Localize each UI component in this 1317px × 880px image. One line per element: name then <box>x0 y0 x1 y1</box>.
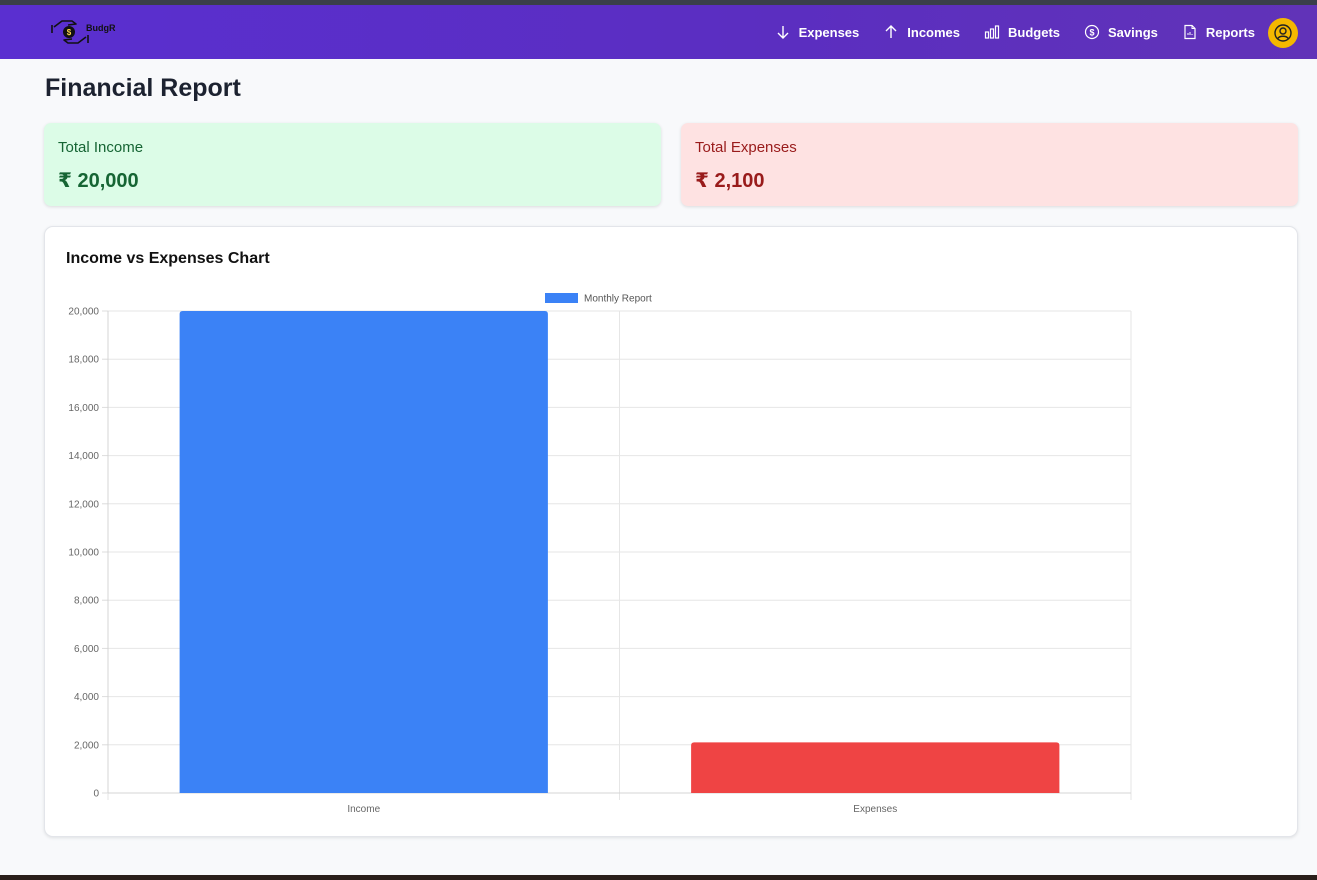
money-hands-icon: $ <box>51 20 89 44</box>
svg-text:$: $ <box>1090 28 1095 38</box>
nav-item-budgets[interactable]: Budgets <box>984 24 1060 40</box>
y-tick-label: 10,000 <box>68 548 99 559</box>
y-tick-label: 18,000 <box>68 355 99 366</box>
bar-chart-icon <box>984 25 1000 39</box>
y-tick-label: 8,000 <box>74 596 99 607</box>
dollar-circle-icon: $ <box>1084 24 1100 40</box>
nav-item-incomes[interactable]: Incomes <box>883 24 960 40</box>
y-tick-label: 14,000 <box>68 451 99 462</box>
x-tick-label-expenses: Expenses <box>853 804 897 815</box>
brand-logo[interactable]: $ BudgR <box>50 13 130 51</box>
y-tick-label: 4,000 <box>74 692 99 703</box>
nav-item-savings[interactable]: $ Savings <box>1084 24 1158 40</box>
x-tick-label-income: Income <box>347 804 380 815</box>
document-icon <box>1184 24 1196 40</box>
y-tick-label: 2,000 <box>74 740 99 751</box>
total-expenses-label: Total Expenses <box>695 139 797 156</box>
nav-label-savings: Savings <box>1108 24 1158 40</box>
nav-label-reports: Reports <box>1205 24 1255 40</box>
nav-label-budgets: Budgets <box>1008 24 1061 40</box>
legend-label: Monthly Report <box>584 294 652 305</box>
arrow-down-icon <box>777 26 789 39</box>
nav-label-incomes: Incomes <box>907 24 961 40</box>
nav-item-expenses[interactable]: Expenses <box>775 24 860 40</box>
total-income-value: ₹ 20,000 <box>58 170 139 192</box>
window-bottom-strip <box>0 875 1317 880</box>
chart-card: Income vs Expenses Chart 0 2,000 4,000 6,00… <box>44 226 1298 837</box>
legend-swatch <box>545 293 578 303</box>
total-income-card: Total Income ₹ 20,000 <box>44 123 661 206</box>
bar-income <box>179 311 548 793</box>
brand-name: BudgR <box>86 23 116 33</box>
bar-expenses <box>691 742 1060 793</box>
y-tick-label: 12,000 <box>68 499 99 510</box>
income-expenses-chart: 0 2,000 4,000 6,000 8,000 10,000 12,000 14,000 1… <box>68 293 1132 815</box>
y-tick-label: 16,000 <box>68 403 99 414</box>
page-title: Financial Report <box>45 74 241 102</box>
y-tick-label: 6,000 <box>74 644 99 655</box>
nav-menu: Expenses Incomes Budgets $ Savings Repor… <box>751 5 1255 59</box>
total-expenses-card: Total Expenses ₹ 2,100 <box>681 123 1298 206</box>
nav-label-expenses: Expenses <box>798 24 860 40</box>
arrow-up-icon <box>885 25 897 38</box>
total-expenses-value: ₹ 2,100 <box>695 170 765 192</box>
y-tick-label: 0 <box>93 789 99 800</box>
y-tick-label: 20,000 <box>68 307 99 318</box>
navbar: $ BudgR Expenses Incomes Budgets $ Savin… <box>0 5 1317 59</box>
user-circle-icon <box>1274 24 1292 42</box>
nav-item-reports[interactable]: Reports <box>1182 24 1255 40</box>
total-income-label: Total Income <box>58 139 144 156</box>
user-avatar-button[interactable] <box>1268 18 1298 48</box>
svg-text:$: $ <box>67 28 72 37</box>
